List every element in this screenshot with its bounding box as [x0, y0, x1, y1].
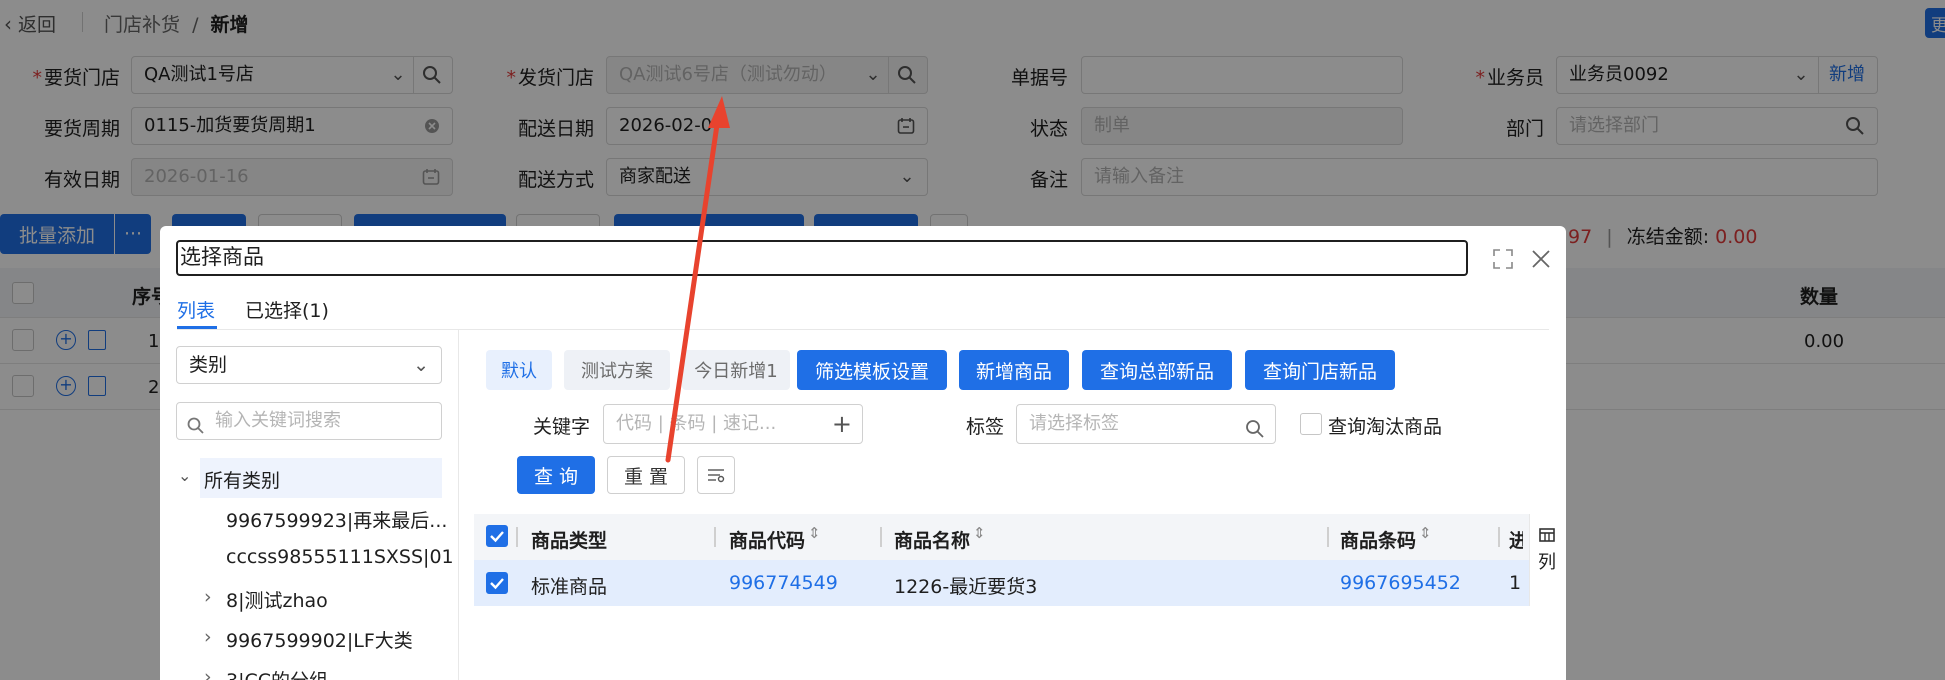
- obsolete-label: 查询淘汰商品: [1328, 416, 1443, 438]
- query-hq-new-button[interactable]: 查询总部新品: [1082, 350, 1232, 390]
- query-store-new-button[interactable]: 查询门店新品: [1245, 350, 1395, 390]
- add-product-button[interactable]: 新增商品: [959, 350, 1069, 390]
- tab-selected[interactable]: 已选择(1): [245, 296, 329, 323]
- tree-item[interactable]: cccss98555111SXSS|01: [226, 546, 454, 568]
- divider: [458, 330, 459, 680]
- tree-item[interactable]: 3|CC的分组: [226, 666, 328, 680]
- sort-icon[interactable]: ⇕: [1419, 524, 1432, 542]
- col-product-name[interactable]: 商品名称: [894, 526, 970, 553]
- search-icon: [187, 412, 205, 448]
- tree-item[interactable]: 9967599902|LF大类: [226, 626, 413, 653]
- select-all-checkbox[interactable]: [486, 525, 508, 547]
- reset-button[interactable]: 重 置: [607, 456, 685, 494]
- col-next[interactable]: 进: [1509, 526, 1523, 553]
- category-select[interactable]: 类别 ⌄: [176, 346, 442, 384]
- modal-title: 选择商品: [176, 240, 1468, 276]
- cell-next: 1: [1509, 572, 1521, 594]
- filter-template-button[interactable]: 筛选模板设置: [797, 350, 947, 390]
- col-product-code[interactable]: 商品代码: [729, 526, 805, 553]
- close-icon[interactable]: [1530, 248, 1552, 270]
- column-settings[interactable]: 列: [1529, 514, 1565, 606]
- tag-select[interactable]: 请选择标签: [1016, 404, 1276, 444]
- scheme-today-new[interactable]: 今日新增1: [682, 350, 790, 390]
- select-product-modal: 选择商品 列表 已选择(1) 类别 ⌄ 输入关键词搜索 ⌄ 所有类别 99675…: [160, 226, 1566, 680]
- cell-product-type: 标准商品: [531, 576, 608, 598]
- cell-barcode[interactable]: 9967695452: [1340, 572, 1461, 594]
- search-icon[interactable]: [1245, 415, 1265, 453]
- query-button[interactable]: 查 询: [517, 456, 595, 494]
- sort-icon[interactable]: ⇕: [973, 524, 986, 542]
- keyword-label: 关键字: [533, 416, 591, 438]
- col-barcode[interactable]: 商品条码: [1340, 526, 1416, 553]
- cell-product-name: 1226-最近要货3: [894, 576, 1038, 598]
- tree-item[interactable]: 9967599923|再来最后...: [226, 506, 447, 533]
- filter-settings-icon[interactable]: [697, 456, 735, 494]
- col-product-type[interactable]: 商品类型: [531, 526, 607, 553]
- chevron-down-icon[interactable]: ⌄: [178, 466, 191, 485]
- scheme-test[interactable]: 测试方案: [564, 350, 670, 390]
- columns-icon: [1539, 526, 1555, 547]
- tree-item[interactable]: 8|测试zhao: [226, 586, 328, 613]
- chevron-right-icon[interactable]: ›: [204, 626, 212, 648]
- tag-label: 标签: [966, 416, 1005, 438]
- chevron-right-icon[interactable]: ›: [204, 666, 212, 680]
- chevron-right-icon[interactable]: ›: [204, 586, 212, 608]
- divider: [177, 329, 1549, 330]
- cell-product-code[interactable]: 996774549: [729, 572, 838, 594]
- fullscreen-icon[interactable]: [1492, 248, 1514, 270]
- sort-icon[interactable]: ⇕: [808, 524, 821, 542]
- row-checkbox[interactable]: [486, 572, 508, 594]
- tree-search-input[interactable]: 输入关键词搜索: [176, 402, 442, 440]
- obsolete-checkbox[interactable]: [1300, 413, 1322, 435]
- tab-list[interactable]: 列表: [177, 296, 215, 323]
- tree-root[interactable]: 所有类别: [204, 466, 280, 493]
- keyword-input[interactable]: 代码 | 条码 | 速记... +: [603, 404, 863, 444]
- chevron-down-icon: ⌄: [413, 354, 429, 376]
- plus-icon[interactable]: +: [832, 405, 852, 443]
- scheme-default[interactable]: 默认: [486, 350, 552, 390]
